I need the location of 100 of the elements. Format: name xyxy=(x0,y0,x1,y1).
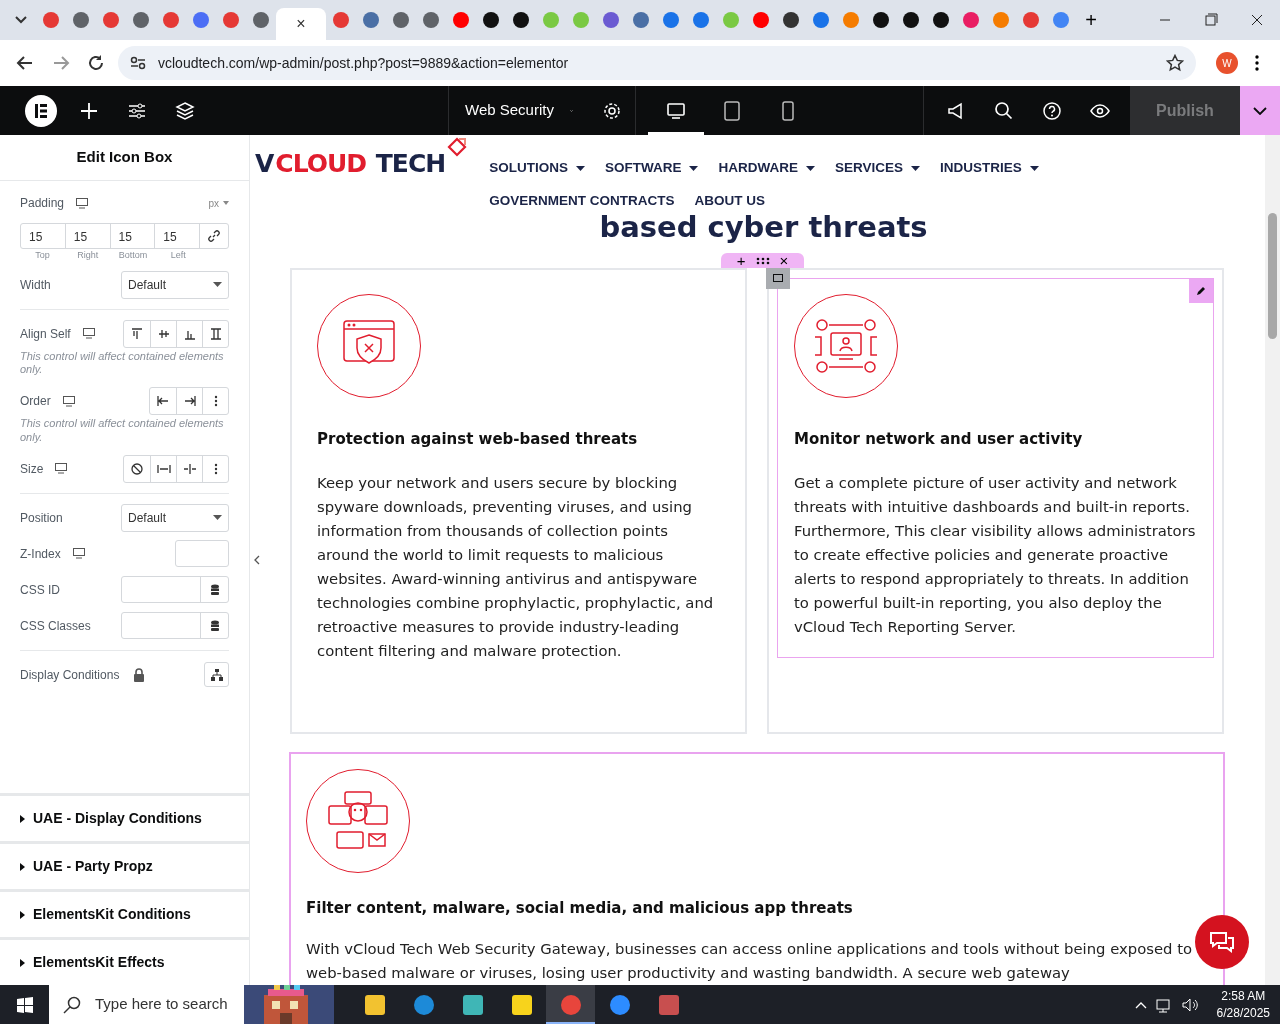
section-handle[interactable]: + × xyxy=(720,253,805,269)
favicon-icon xyxy=(693,12,709,28)
logo-text: TECH xyxy=(374,148,446,180)
nav-link[interactable]: SERVICES xyxy=(834,158,920,179)
input-field[interactable] xyxy=(175,540,229,567)
input-field[interactable] xyxy=(121,612,229,639)
edit-button[interactable] xyxy=(1189,279,1213,304)
help-icon[interactable] xyxy=(1042,100,1062,121)
caret-icon xyxy=(910,165,920,171)
pencil-icon xyxy=(1196,286,1206,297)
folder-icon[interactable] xyxy=(362,992,387,1017)
more-icon xyxy=(213,395,218,407)
nav-link[interactable]: SOLUTIONS xyxy=(489,158,585,179)
close-tab-button[interactable]: × xyxy=(296,16,306,32)
page-title-dropdown[interactable]: Web Security xyxy=(449,86,589,135)
favicon-icon xyxy=(543,12,559,28)
desktop-icon xyxy=(666,100,686,121)
app-icon[interactable] xyxy=(460,992,485,1017)
chat-button[interactable] xyxy=(1195,915,1249,969)
favicon-icon xyxy=(783,12,799,28)
number-field[interactable]: 15 xyxy=(21,224,66,248)
widget-handle[interactable] xyxy=(766,267,790,290)
caret-icon xyxy=(575,165,585,171)
taskbar-search-field[interactable]: Type here to search xyxy=(49,985,334,1024)
desktop-icon xyxy=(82,328,95,339)
chevron-up-icon[interactable] xyxy=(1134,1000,1147,1009)
panel-title: Edit Icon Box xyxy=(0,135,249,181)
nav-link[interactable]: GOVERNMENT CONTRACTS xyxy=(489,191,675,212)
control-label: Display Conditions xyxy=(20,666,120,684)
favicon-icon xyxy=(753,12,769,28)
unit-dropdown[interactable]: px xyxy=(208,195,229,211)
nav-link[interactable]: INDUSTRIES xyxy=(939,158,1039,179)
browser-tab[interactable]: × xyxy=(276,8,326,40)
add-button[interactable]: + xyxy=(730,253,752,269)
network-icon[interactable] xyxy=(1154,996,1173,1013)
address-field[interactable]: vcloudtech.com/wp-admin/post.php?post=9889&action=elementor xyxy=(118,46,1196,80)
favicon-icon xyxy=(963,12,979,28)
sticky-note-icon[interactable] xyxy=(509,992,534,1017)
field-caption: Bottom xyxy=(117,249,149,262)
help-text: This control will affect contained elements only. xyxy=(20,349,225,377)
search-icon xyxy=(63,995,81,1014)
favicon-icon xyxy=(993,12,1009,28)
favicon-icon xyxy=(223,12,239,28)
favicon-icon xyxy=(903,12,919,28)
first-icon xyxy=(155,393,171,409)
button-group[interactable] xyxy=(123,454,229,483)
none-icon xyxy=(129,460,145,477)
database-icon[interactable] xyxy=(209,619,220,632)
new-tab-button[interactable]: + xyxy=(1076,4,1106,36)
volume-icon[interactable] xyxy=(1180,996,1199,1013)
control-label: Position xyxy=(20,509,63,527)
nav-link[interactable]: ABOUT US xyxy=(694,191,765,212)
caret-icon xyxy=(20,958,25,967)
select-field[interactable]: Default xyxy=(121,503,229,532)
favicon-icon xyxy=(513,12,529,28)
drag-handle-icon[interactable] xyxy=(755,256,770,265)
caret-icon xyxy=(213,282,222,287)
url-text: vcloudtech.com/wp-admin/post.php?post=9889&action=elementor xyxy=(158,53,569,73)
number-field[interactable]: 15 xyxy=(65,224,111,248)
layers-icon[interactable] xyxy=(175,100,195,121)
windows-icon xyxy=(16,996,33,1013)
search-icon[interactable] xyxy=(994,100,1014,121)
tablet-icon xyxy=(722,100,742,121)
input-field[interactable] xyxy=(121,576,229,603)
caret-icon xyxy=(805,165,815,171)
app-icon[interactable] xyxy=(656,992,681,1017)
star-icon[interactable] xyxy=(1166,54,1184,72)
control-label: CSS Classes xyxy=(20,617,91,635)
close-button[interactable]: × xyxy=(773,253,795,269)
database-icon[interactable] xyxy=(209,583,220,596)
card-title: Protection against web-based threats xyxy=(317,429,639,451)
settings-sliders-icon[interactable] xyxy=(127,100,147,121)
sitemap-icon xyxy=(210,668,223,681)
nav-link[interactable]: HARDWARE xyxy=(718,158,815,179)
favicon-icon xyxy=(133,12,149,28)
favicon-icon xyxy=(103,12,119,28)
nav-link[interactable]: SOFTWARE xyxy=(604,158,699,179)
card-text: Keep your network and users secure by blocking spyware downloads, preventing viruses, and using information from thousands of collection points around the world to limit requests to malicious websites. Award-winning antivirus and antispyware technologies combine prophylactic, prophylactic, and retroactive measures to provide industry-leading content filtering and malware protection. xyxy=(317,472,715,661)
scrollbar-thumb[interactable] xyxy=(1268,213,1277,339)
control-label: Padding xyxy=(20,195,65,212)
clock[interactable]: 2:58 AM 6/28/2025 xyxy=(1206,988,1280,1021)
number-field[interactable]: 15 xyxy=(110,224,156,248)
conditions-button[interactable] xyxy=(204,662,229,687)
favicon-icon xyxy=(1053,12,1069,28)
button-group[interactable] xyxy=(123,319,229,348)
control-label: Z-Index xyxy=(20,545,61,563)
chevron-icon xyxy=(254,555,260,565)
favicon-icon xyxy=(453,12,469,28)
select-field[interactable]: Default xyxy=(121,270,229,299)
number-field[interactable]: 15 xyxy=(155,224,200,248)
add-icon[interactable] xyxy=(79,100,99,121)
button-group[interactable] xyxy=(149,387,229,415)
control-label: Align Self xyxy=(20,325,71,343)
lock-icon xyxy=(133,667,146,682)
profile-avatar[interactable]: W xyxy=(1216,52,1238,74)
logo-text: CLOUD xyxy=(275,148,367,180)
favicon-icon xyxy=(813,12,829,28)
settings-icon[interactable] xyxy=(602,100,622,121)
favicon-icon xyxy=(333,12,349,28)
favicon-icon xyxy=(873,12,889,28)
